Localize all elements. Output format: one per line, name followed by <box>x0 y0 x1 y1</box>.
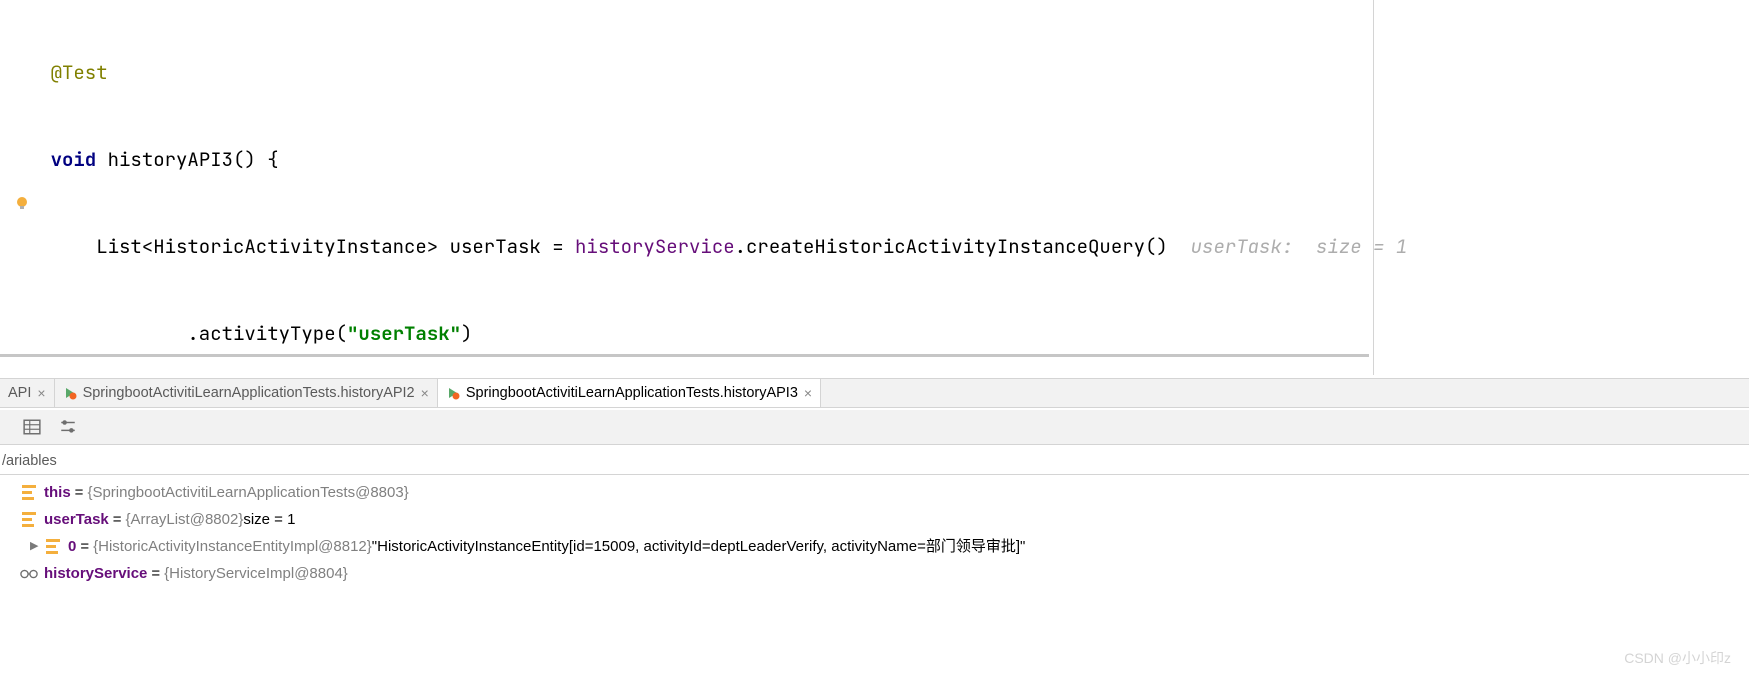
string-literal: "userTask" <box>347 321 461 346</box>
test-ok-icon <box>63 386 77 400</box>
inline-hint: userTask: size = 1 <box>1191 234 1408 259</box>
close-icon[interactable]: × <box>804 385 812 401</box>
watch-icon <box>20 565 38 583</box>
tab-label: API <box>8 385 31 401</box>
field-icon <box>20 511 38 529</box>
close-icon[interactable]: × <box>421 385 429 401</box>
code-editor[interactable]: @Test void historyAPI3() { List<Historic… <box>0 0 1749 375</box>
variable-historyservice[interactable]: historyService = {HistoryServiceImpl@880… <box>0 560 1749 587</box>
editor-bottom-border <box>0 354 1369 357</box>
run-tabs-bar: API × SpringbootActivitiLearnApplication… <box>0 378 1749 408</box>
equals-sign: = <box>71 479 88 506</box>
var-value: size = 1 <box>243 506 295 533</box>
debugger-toolbar <box>0 410 1749 445</box>
method-name: historyAPI3 <box>108 147 233 172</box>
code-text: List<HistoricActivityInstance> userTask … <box>96 234 575 259</box>
test-ok-icon <box>446 386 460 400</box>
expand-arrow-icon[interactable]: ▶ <box>30 533 44 560</box>
editor-split-handle[interactable] <box>1373 0 1374 375</box>
settings-sliders-icon[interactable] <box>58 417 78 437</box>
tab-historyapi2[interactable]: SpringbootActivitiLearnApplicationTests.… <box>55 379 438 407</box>
code-content[interactable]: @Test void historyAPI3() { List<Historic… <box>5 0 1749 375</box>
equals-sign: = <box>109 506 126 533</box>
var-name: historyService <box>44 560 147 587</box>
var-type: {HistoricActivityInstanceEntityImpl@8812… <box>93 533 372 560</box>
var-value: "HistoricActivityInstanceEntity[id=15009… <box>372 533 1026 560</box>
code-text: .activityType( <box>187 321 347 346</box>
variable-this[interactable]: this = {SpringbootActivitiLearnApplicati… <box>0 479 1749 506</box>
var-value: {HistoryServiceImpl@8804} <box>164 560 348 587</box>
code-text: .createHistoricActivityInstanceQuery() <box>735 234 1168 259</box>
var-name: 0 <box>68 533 76 560</box>
keyword-void: void <box>51 147 97 172</box>
equals-sign: = <box>147 560 164 587</box>
close-icon[interactable]: × <box>37 385 45 401</box>
variable-index-0[interactable]: ▶ 0 = {HistoricActivityInstanceEntityImp… <box>0 533 1749 560</box>
watermark: CSDN @小小印z <box>1624 648 1731 668</box>
field-icon <box>44 538 62 556</box>
table-view-icon[interactable] <box>22 417 42 437</box>
tab-label: SpringbootActivitiLearnApplicationTests.… <box>466 385 798 401</box>
variables-title: /ariables <box>2 453 57 469</box>
tab-label: SpringbootActivitiLearnApplicationTests.… <box>83 385 415 401</box>
var-type: {ArrayList@8802} <box>126 506 244 533</box>
var-name: userTask <box>44 506 109 533</box>
variables-header: /ariables <box>0 447 1749 475</box>
equals-sign: = <box>76 533 93 560</box>
variable-usertask[interactable]: userTask = {ArrayList@8802} size = 1 <box>0 506 1749 533</box>
annotation: @Test <box>51 60 108 85</box>
tab-api[interactable]: API × <box>0 379 55 407</box>
var-value: {SpringbootActivitiLearnApplicationTests… <box>87 479 408 506</box>
field-icon <box>20 484 38 502</box>
variables-tree[interactable]: this = {SpringbootActivitiLearnApplicati… <box>0 477 1749 676</box>
field-ref: historyService <box>575 234 735 259</box>
var-name: this <box>44 479 71 506</box>
tab-historyapi3[interactable]: SpringbootActivitiLearnApplicationTests.… <box>438 379 821 407</box>
code-text: ) <box>461 321 472 346</box>
